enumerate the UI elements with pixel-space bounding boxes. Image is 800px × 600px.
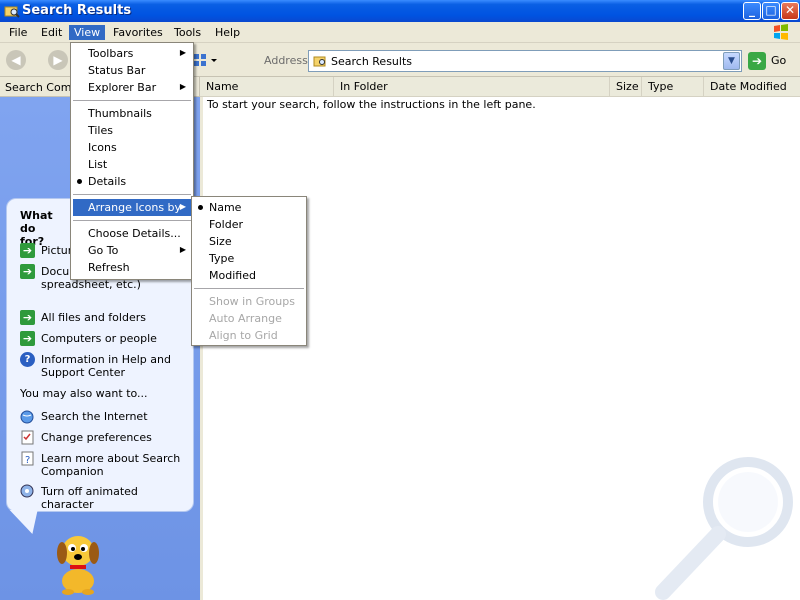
menu-separator <box>73 194 191 195</box>
column-name[interactable]: Name <box>200 77 334 96</box>
svg-text:?: ? <box>25 455 30 466</box>
windows-logo-icon <box>774 24 788 40</box>
go-arrow-icon[interactable]: ➔ <box>748 52 766 70</box>
arrange-align-to-grid: Align to Grid <box>209 329 278 342</box>
view-list[interactable]: List <box>73 156 191 173</box>
window-title: Search Results <box>22 3 132 18</box>
address-label: Address <box>264 54 308 67</box>
help-icon: ? <box>20 352 35 367</box>
results-message: To start your search, follow the instruc… <box>207 98 536 111</box>
view-status-bar[interactable]: Status Bar <box>73 62 191 79</box>
also-label: You may also want to... <box>20 387 148 400</box>
option-label: All files and folders <box>41 311 146 324</box>
search-companion-title: Search Comp <box>5 81 79 94</box>
column-date-modified[interactable]: Date Modified <box>704 77 800 96</box>
green-arrow-icon: ➔ <box>20 310 35 325</box>
arrange-folder[interactable]: Folder <box>194 216 304 233</box>
option-label: Change preferences <box>41 431 152 444</box>
option-label: Search the Internet <box>41 410 148 423</box>
arrange-auto-arrange: Auto Arrange <box>209 312 282 325</box>
menu-favorites[interactable]: Favorites <box>108 25 168 40</box>
globe-icon <box>20 410 34 424</box>
views-icon[interactable] <box>192 52 220 68</box>
forward-button[interactable]: ▶ <box>48 50 68 70</box>
column-in-folder[interactable]: In Folder <box>334 77 610 96</box>
search-folder-icon <box>313 56 326 67</box>
menu-separator <box>194 288 304 289</box>
address-dropdown-button[interactable]: ▼ <box>723 52 740 70</box>
option-label: Computers or people <box>41 332 157 345</box>
pane-splitter[interactable] <box>200 97 203 600</box>
maximize-button[interactable]: □ <box>762 2 780 20</box>
view-go-to[interactable]: Go To ▶ <box>73 242 191 259</box>
view-toolbars[interactable]: Toolbars ▶ <box>73 45 191 62</box>
magnifier-watermark-icon <box>655 457 793 600</box>
view-choose-details[interactable]: Choose Details... <box>73 225 191 242</box>
submenu-arrow-icon: ▶ <box>179 202 186 211</box>
address-value: Search Results <box>331 55 413 68</box>
column-type[interactable]: Type <box>642 77 704 96</box>
menu-tools[interactable]: Tools <box>169 25 206 40</box>
view-arrange-icons-by[interactable]: Arrange Icons by ▶ <box>73 199 191 216</box>
minimize-button[interactable]: _ <box>743 2 761 20</box>
search-dog-character[interactable] <box>48 523 108 595</box>
arrange-modified[interactable]: Modified <box>194 267 304 284</box>
menu-edit[interactable]: Edit <box>36 25 67 40</box>
green-arrow-icon: ➔ <box>20 264 35 279</box>
menu-bar: File Edit View Favorites Tools Help <box>0 22 800 43</box>
arrange-name[interactable]: Name <box>194 199 304 216</box>
address-bar[interactable]: Search Results ▼ <box>308 50 742 72</box>
green-arrow-icon: ➔ <box>20 331 35 346</box>
view-thumbnails[interactable]: Thumbnails <box>73 105 191 122</box>
menu-separator <box>73 100 191 101</box>
view-menu: Toolbars ▶ Status Bar Explorer Bar ▶ Thumb… <box>70 42 194 280</box>
close-button[interactable]: ✕ <box>781 2 799 20</box>
search-folder-icon <box>4 6 20 18</box>
results-list-header: Name In Folder Size Type Date Modified <box>200 77 800 97</box>
view-tiles[interactable]: Tiles <box>73 122 191 139</box>
arrange-size[interactable]: Size <box>194 233 304 250</box>
green-arrow-icon: ➔ <box>20 243 35 258</box>
selected-bullet-icon <box>198 205 203 210</box>
go-button[interactable]: Go <box>771 54 786 67</box>
submenu-arrow-icon: ▶ <box>179 48 186 57</box>
back-button[interactable]: ◀ <box>6 50 26 70</box>
option-label: Turn off animated character <box>41 485 138 511</box>
view-icons[interactable]: Icons <box>73 139 191 156</box>
help-document-icon: ? <box>21 451 34 466</box>
menu-help[interactable]: Help <box>210 25 245 40</box>
title-bar: Search Results _ □ ✕ <box>0 0 800 22</box>
view-refresh[interactable]: Refresh <box>73 259 191 276</box>
character-icon <box>20 484 34 498</box>
bubble-tail <box>9 510 47 534</box>
arrange-icons-submenu: Name Folder Size Type Modified Show in G… <box>191 196 307 346</box>
selected-bullet-icon <box>77 179 82 184</box>
arrange-type[interactable]: Type <box>194 250 304 267</box>
option-label: Information in Help and Support Center <box>41 353 171 379</box>
menu-file[interactable]: File <box>4 25 32 40</box>
view-explorer-bar[interactable]: Explorer Bar ▶ <box>73 79 191 96</box>
menu-view[interactable]: View <box>69 25 106 40</box>
submenu-arrow-icon: ▶ <box>179 82 186 91</box>
arrange-show-in-groups: Show in Groups <box>209 295 295 308</box>
checklist-icon <box>21 430 34 445</box>
submenu-arrow-icon: ▶ <box>179 245 186 254</box>
view-details[interactable]: Details <box>73 173 191 190</box>
option-label: Learn more about Search Companion <box>41 452 181 478</box>
column-size[interactable]: Size <box>610 77 642 96</box>
menu-separator <box>73 220 191 221</box>
